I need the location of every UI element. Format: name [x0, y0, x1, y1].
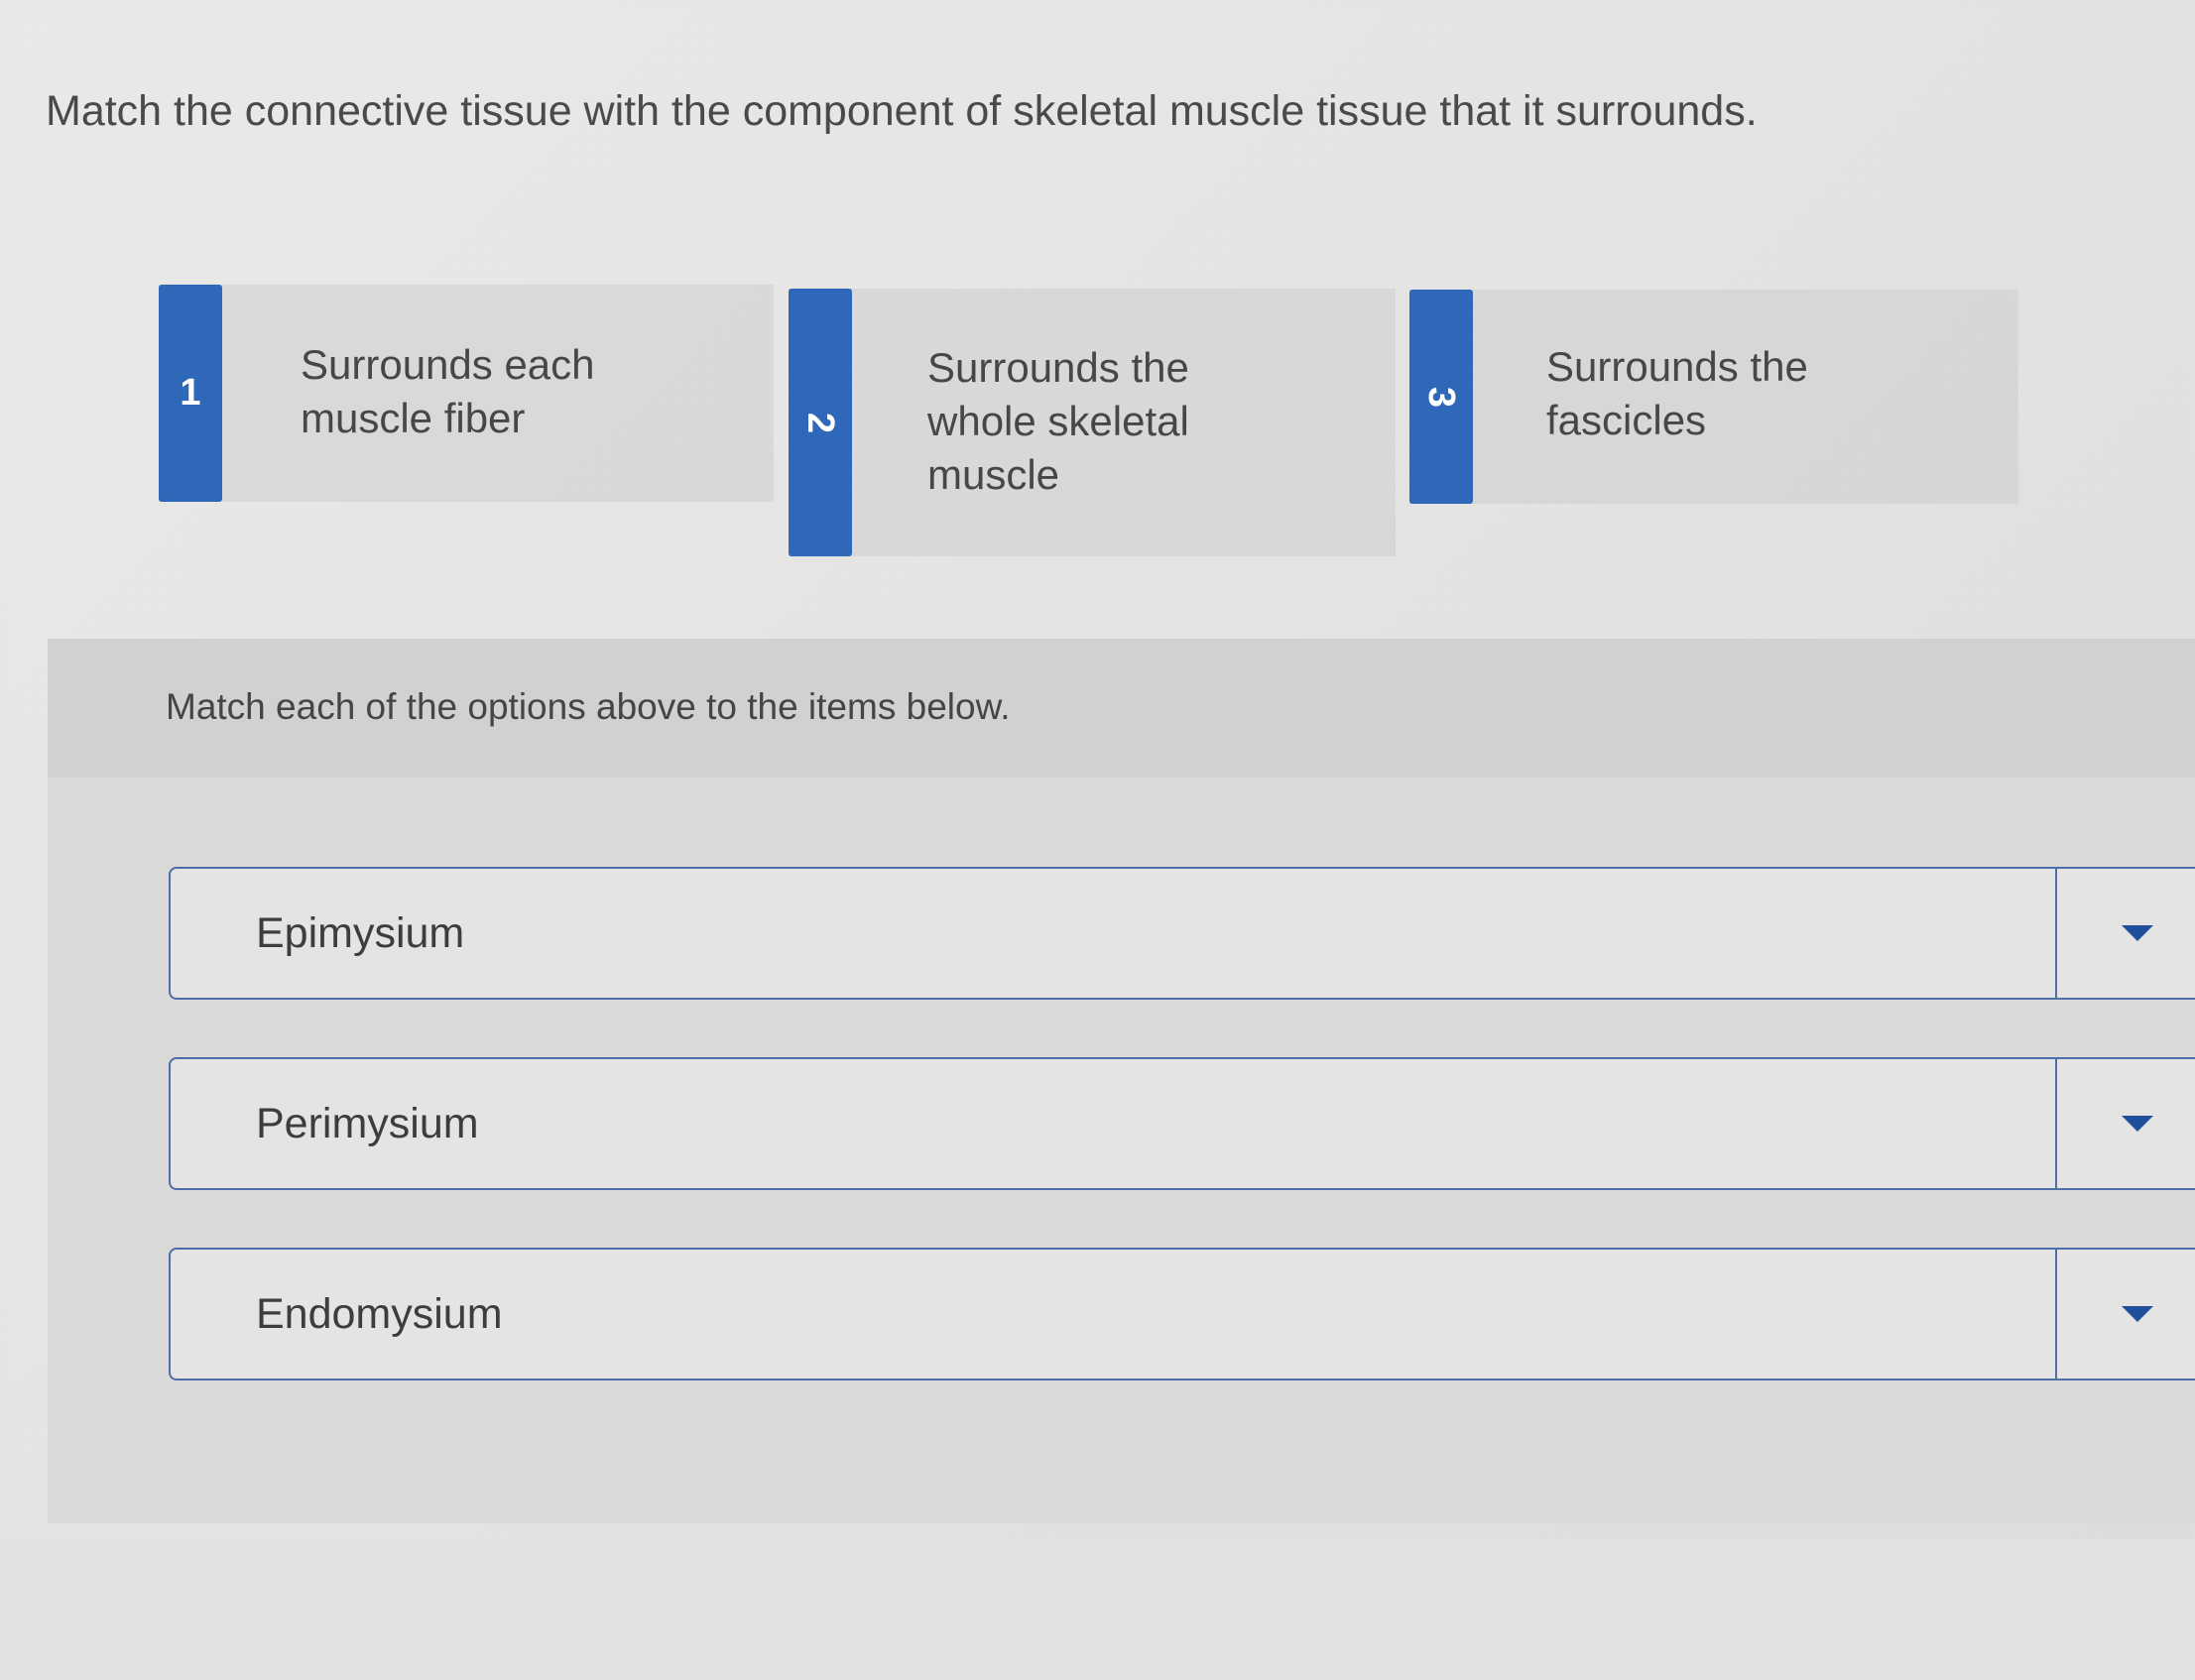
option-number: 3	[1420, 386, 1463, 408]
caret-down-icon	[2122, 1306, 2153, 1322]
page-footer-area	[0, 1539, 2195, 1680]
match-instruction: Match each of the options above to the i…	[166, 686, 1011, 727]
option-number-tab[interactable]: 1	[159, 285, 222, 502]
match-row-perimysium[interactable]: Perimysium	[169, 1057, 2195, 1190]
option-number: 2	[799, 412, 842, 433]
match-panel: Match each of the options above to the i…	[48, 639, 2195, 1523]
match-item-label: Perimysium	[256, 1099, 479, 1147]
caret-down-icon	[2122, 1116, 2153, 1132]
question-text: Match the connective tissue with the com…	[46, 87, 1758, 135]
option-card-2[interactable]: 2 Surrounds the whole skeletal muscle	[789, 289, 1396, 556]
match-row-epimysium[interactable]: Epimysium	[169, 867, 2195, 1000]
option-card-1[interactable]: 1 Surrounds each muscle fiber	[159, 285, 774, 502]
option-number-tab[interactable]: 2	[789, 289, 852, 556]
option-text: Surrounds the whole skeletal muscle	[927, 344, 1189, 498]
answer-dropdown[interactable]	[2055, 1059, 2195, 1188]
answer-dropdown[interactable]	[2055, 1250, 2195, 1379]
option-text: Surrounds each muscle fiber	[301, 341, 595, 441]
option-card-3[interactable]: 3 Surrounds the fascicles	[1409, 290, 2018, 504]
match-item-label: Endomysium	[256, 1289, 503, 1338]
match-row-endomysium[interactable]: Endomysium	[169, 1248, 2195, 1380]
answer-dropdown[interactable]	[2055, 869, 2195, 998]
option-number-tab[interactable]: 3	[1409, 290, 1473, 504]
match-item-label: Epimysium	[256, 908, 465, 957]
option-number: 1	[180, 372, 201, 414]
caret-down-icon	[2122, 925, 2153, 941]
option-text: Surrounds the fascicles	[1546, 343, 1808, 443]
